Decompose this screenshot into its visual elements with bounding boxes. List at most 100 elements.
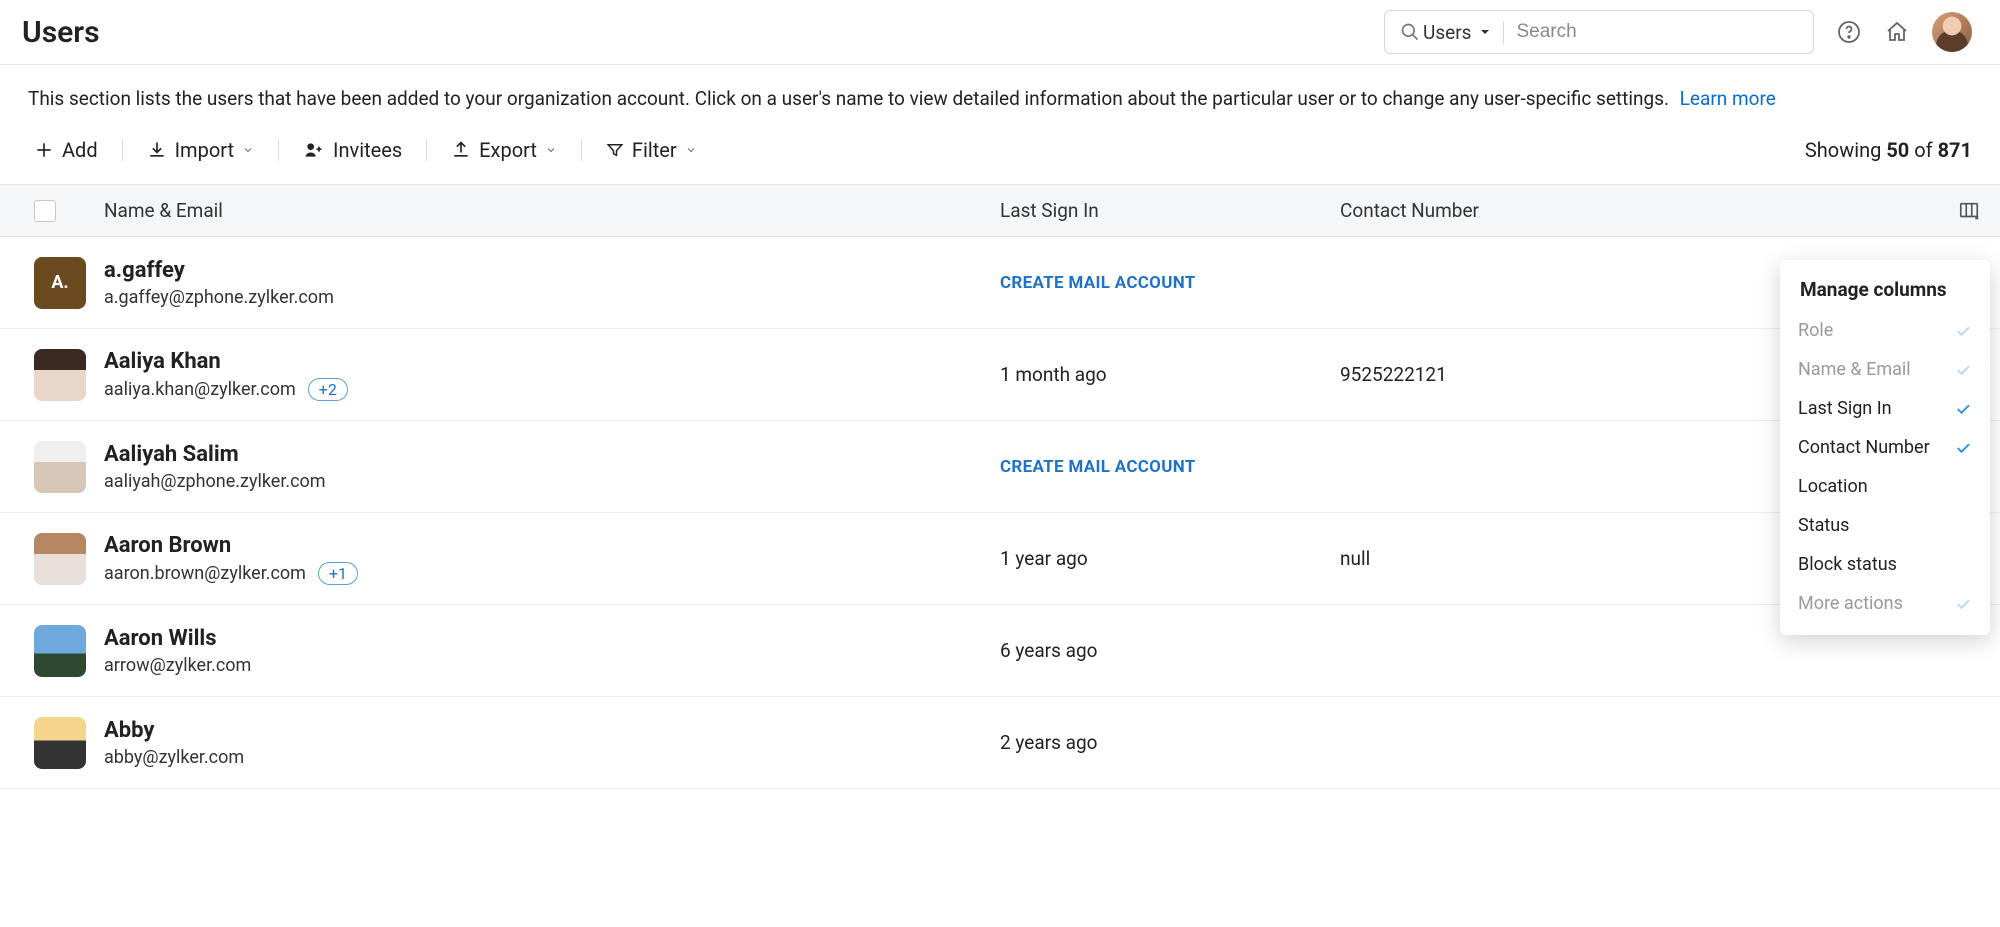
profile-avatar[interactable] (1932, 12, 1972, 52)
column-settings-button[interactable] (1958, 200, 1980, 222)
toolbar-separator (278, 139, 279, 161)
user-email: a.gaffey@zphone.zylker.com (104, 287, 334, 308)
check-icon (1954, 361, 1972, 379)
help-icon[interactable] (1836, 19, 1862, 45)
user-name[interactable]: Aaliya Khan (104, 349, 1000, 374)
export-label: Export (479, 138, 537, 162)
name-email-cell: Aaliya Khan aaliya.khan@zylker.com+2 (104, 349, 1000, 401)
manage-columns-item[interactable]: Block status (1780, 545, 1990, 584)
export-icon (451, 140, 471, 160)
name-email-cell: a.gaffey a.gaffey@zphone.zylker.com (104, 258, 1000, 308)
check-icon (1954, 400, 1972, 418)
invitees-icon (303, 140, 325, 160)
chevron-down-icon (685, 144, 697, 156)
filter-button[interactable]: Filter (606, 138, 697, 162)
chevron-down-icon (242, 144, 254, 156)
manage-columns-item[interactable]: Location (1780, 467, 1990, 506)
table-row[interactable]: A. a.gaffey a.gaffey@zphone.zylker.com CREA… (0, 237, 2000, 329)
learn-more-link[interactable]: Learn more (1680, 87, 1776, 110)
search-icon (1397, 19, 1423, 45)
create-mail-account-link[interactable]: CREATE MAIL ACCOUNT (1000, 457, 1340, 477)
user-avatar: A. (34, 257, 86, 309)
page-title: Users (22, 15, 100, 50)
create-mail-account-link[interactable]: CREATE MAIL ACCOUNT (1000, 273, 1340, 293)
popover-title: Manage columns (1780, 278, 1990, 311)
table-header: Name & Email Last Sign In Contact Number (0, 184, 2000, 237)
email-line: aaliya.khan@zylker.com+2 (104, 378, 1000, 401)
filter-label: Filter (632, 138, 677, 162)
select-all-checkbox[interactable] (34, 200, 56, 222)
manage-columns-item-label: Name & Email (1798, 359, 1911, 380)
manage-columns-item[interactable]: Status (1780, 506, 1990, 545)
home-icon[interactable] (1884, 19, 1910, 45)
user-name[interactable]: Aaliyah Salim (104, 442, 1000, 467)
toolbar-separator (581, 139, 582, 161)
search-scope-dropdown[interactable]: Users (1423, 21, 1504, 44)
manage-columns-item-label: Location (1798, 476, 1868, 497)
manage-columns-item[interactable]: Name & Email (1780, 350, 1990, 389)
description-text: This section lists the users that have b… (28, 87, 1669, 110)
manage-columns-item-label: Status (1798, 515, 1849, 536)
table-row[interactable]: Aaliyah Salim aaliyah@zphone.zylker.com CR… (0, 421, 2000, 513)
search-input[interactable] (1516, 21, 1801, 43)
email-line: arrow@zylker.com (104, 655, 1000, 676)
import-button[interactable]: Import (147, 138, 254, 162)
alias-count-badge[interactable]: +1 (318, 562, 358, 585)
caret-down-icon (1479, 26, 1491, 38)
last-signin-cell: 2 years ago (1000, 731, 1340, 754)
check-icon (1954, 322, 1972, 340)
manage-columns-item[interactable]: Contact Number (1780, 428, 1990, 467)
check-icon (1954, 439, 1972, 457)
toolbar-separator (426, 139, 427, 161)
last-signin-cell: 6 years ago (1000, 639, 1340, 662)
column-contact[interactable]: Contact Number (1340, 199, 1900, 222)
header-bar: Users Users (0, 0, 2000, 65)
table-row[interactable]: Aaliya Khan aaliya.khan@zylker.com+21 mon… (0, 329, 2000, 421)
email-line: abby@zylker.com (104, 747, 1000, 768)
table-row[interactable]: Abby abby@zylker.com 2 years ago (0, 697, 2000, 789)
alias-count-badge[interactable]: +2 (308, 378, 348, 401)
popover-items: Role Name & Email Last Sign In Contact Numb… (1780, 311, 1990, 623)
manage-columns-popover: Manage columns Role Name & Email Last Sign… (1780, 260, 1990, 635)
rows-container: A. a.gaffey a.gaffey@zphone.zylker.com CREA… (0, 237, 2000, 789)
email-line: aaron.brown@zylker.com +1 (104, 562, 1000, 585)
manage-columns-item[interactable]: More actions (1780, 584, 1990, 623)
name-email-cell: Aaron Wills arrow@zylker.com (104, 626, 1000, 676)
user-avatar (34, 441, 86, 493)
name-email-cell: Abby abby@zylker.com (104, 718, 1000, 768)
column-last-signin[interactable]: Last Sign In (1000, 199, 1340, 222)
manage-columns-item[interactable]: Role (1780, 311, 1990, 350)
showing-prefix: Showing (1805, 138, 1886, 162)
user-name[interactable]: Aaron Wills (104, 626, 1000, 651)
user-email: aaron.brown@zylker.com (104, 563, 306, 584)
email-line: aaliyah@zphone.zylker.com (104, 471, 1000, 492)
filter-icon (606, 141, 624, 159)
column-name-email[interactable]: Name & Email (104, 199, 1000, 222)
manage-columns-item-label: Block status (1798, 554, 1897, 575)
manage-columns-item-label: Role (1798, 320, 1833, 341)
user-name[interactable]: Abby (104, 718, 1000, 743)
plus-icon (34, 140, 54, 160)
manage-columns-item[interactable]: Last Sign In (1780, 389, 1990, 428)
table-row[interactable]: Aaron Brownaaron.brown@zylker.com+11 yea… (0, 513, 2000, 605)
add-button[interactable]: Add (34, 138, 98, 162)
name-email-cell: Aaron Brown aaron.brown@zylker.com +1 (104, 533, 1000, 585)
export-button[interactable]: Export (451, 138, 557, 162)
manage-columns-item-label: Contact Number (1798, 437, 1930, 458)
user-email: aaliyah@zphone.zylker.com (104, 471, 326, 492)
user-email: abby@zylker.com (104, 747, 244, 768)
toolbar-left: Add Import Invitees Export Filter (34, 138, 697, 162)
user-avatar (34, 533, 86, 585)
user-name[interactable]: a.gaffey (104, 258, 1000, 283)
showing-count: Showing 50 of 871 (1805, 138, 1972, 162)
import-icon (147, 140, 167, 160)
table-row[interactable]: Aaron Wills arrow@zylker.com6 years ago (0, 605, 2000, 697)
user-name[interactable]: Aaron Brown (104, 533, 1000, 558)
last-signin-cell: 1 month ago (1000, 363, 1340, 386)
email-line: a.gaffey@zphone.zylker.com (104, 287, 1000, 308)
toolbar-separator (122, 139, 123, 161)
manage-columns-item-label: Last Sign In (1798, 398, 1892, 419)
description-row: This section lists the users that have b… (0, 65, 2000, 120)
import-label: Import (175, 138, 234, 162)
invitees-button[interactable]: Invitees (303, 138, 402, 162)
